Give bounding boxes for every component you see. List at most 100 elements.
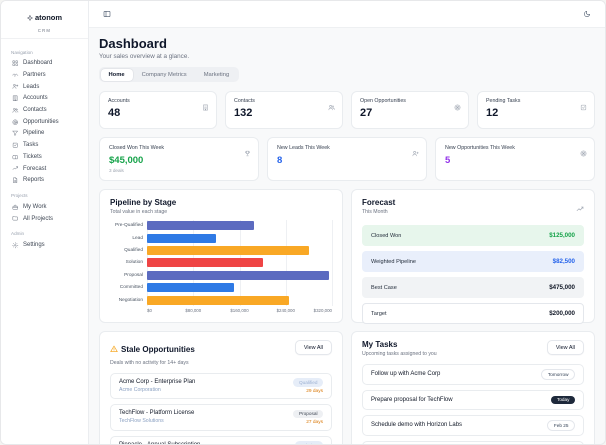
stat-card-accounts[interactable]: Accounts 48 <box>99 91 217 129</box>
sidebar-item-dashboard[interactable]: Dashboard <box>10 58 79 70</box>
stale-title: Stale Opportunities <box>121 344 195 354</box>
tasks-list: Follow up with Acme Corp Tomorrow Prepare … <box>362 363 584 444</box>
sidebar-item-label: Leads <box>23 83 40 90</box>
week-card-label: New Leads This Week <box>277 145 330 151</box>
sidebar-item-pipeline[interactable]: Pipeline <box>10 128 79 140</box>
sidebar-item-tickets[interactable]: Tickets <box>10 151 79 163</box>
task-item[interactable]: Review contract terms - PinnacleFeb 27 <box>362 441 584 444</box>
theme-toggle-button[interactable] <box>580 7 594 21</box>
stat-icon-slot <box>328 98 335 116</box>
trophy-icon <box>245 150 250 157</box>
stale-warning-slot <box>110 340 118 358</box>
week-card-sub: 3 deals <box>109 168 124 173</box>
week-card-new-opportunities-this-week[interactable]: New Opportunities This Week 5 <box>435 137 595 181</box>
stale-view-all-button[interactable]: View All <box>294 340 332 355</box>
user-plus-icon <box>412 151 419 157</box>
sidebar-item-label: My Work <box>23 203 47 210</box>
week-card-label: Closed Won This Week <box>109 145 165 151</box>
chart-bar-negotiation <box>147 295 289 305</box>
stale-item[interactable]: Pinnacle - Annual SubscriptionPinnacle I… <box>110 435 332 444</box>
sidebar-nav: Navigation Dashboard Partners Leads Accounts… <box>1 39 88 256</box>
brand-logo-slot <box>27 8 33 26</box>
tasks-view-all-button[interactable]: View All <box>546 340 584 355</box>
week-card-closed-won-this-week[interactable]: Closed Won This Week $45,000 3 deals <box>99 137 259 181</box>
stat-value: 132 <box>234 107 253 119</box>
sidebar-toggle-button[interactable] <box>100 7 114 21</box>
brand-name: atonom <box>34 12 63 22</box>
building-icon <box>13 95 18 102</box>
chart-x-tick: $240,000 <box>276 308 295 314</box>
chart-x-axis: $0 $80,000 $160,000 $240,000 $320,000 <box>147 307 332 315</box>
sidebar-item-reports[interactable]: Reports <box>10 174 79 186</box>
chart-bar-lead <box>147 233 217 243</box>
stat-label: Accounts <box>108 98 130 104</box>
week-card-icon-slot <box>580 144 587 162</box>
stale-item[interactable]: TechFlow - Platform License TechFlow Solu… <box>110 404 332 431</box>
sidebar-section: Projects My Work All Projects <box>10 193 79 224</box>
stat-card-open-opportunities[interactable]: Open Opportunities 27 <box>351 91 469 129</box>
sidebar-item-opportunities[interactable]: Opportunities <box>10 116 79 128</box>
task-item[interactable]: Schedule demo with Horizon Labs Feb 25 <box>362 414 584 437</box>
grid-icon <box>12 60 18 67</box>
chart-plot-area <box>147 219 333 307</box>
sidebar-item-accounts[interactable]: Accounts <box>10 93 79 105</box>
week-card-icon-slot <box>244 144 251 162</box>
week-card-new-leads-this-week[interactable]: New Leads This Week 8 <box>267 137 427 181</box>
week-card-label: New Opportunities This Week <box>445 145 515 151</box>
chart-category-label: Solution <box>125 260 143 266</box>
forecast-icon-slot <box>576 200 584 218</box>
task-title: Follow up with Acme Corp <box>371 371 441 378</box>
stale-item[interactable]: Acme Corp - Enterprise Plan Acme Corporat… <box>110 372 332 400</box>
tab-company-metrics[interactable]: Company Metrics <box>134 69 195 81</box>
chart-bar-pre-qualified <box>147 221 254 231</box>
tasks-title: My Tasks <box>362 340 398 349</box>
sidebar-item-forecast[interactable]: Forecast <box>10 163 79 175</box>
stat-label: Pending Tasks <box>486 98 521 104</box>
forecast-row-target: Target $200,000 <box>362 303 584 324</box>
opportunity-name: Acme Corp - Enterprise Plan <box>119 378 196 385</box>
funnel-icon <box>12 131 18 136</box>
forecast-subtitle: This Month <box>362 208 388 215</box>
week-card-value: 8 <box>277 154 283 166</box>
target-icon <box>12 119 18 125</box>
sidebar-item-contacts[interactable]: Contacts <box>10 104 79 116</box>
chart-x-tick: $0 <box>147 308 152 314</box>
sidebar-item-partners[interactable]: Partners <box>10 69 79 81</box>
sidebar-item-settings[interactable]: Settings <box>10 239 79 251</box>
tab-marketing[interactable]: Marketing <box>196 69 237 81</box>
crm-app-window: atonom CRM Navigation Dashboard Partners Le… <box>0 0 606 445</box>
stale-list: Acme Corp - Enterprise Plan Acme Corporat… <box>110 372 332 444</box>
stale-days: 29 days <box>306 388 323 394</box>
spark-icon <box>27 15 33 21</box>
brand-logo[interactable]: atonom CRM <box>1 1 88 39</box>
panel-left-icon <box>103 11 111 17</box>
stale-subtitle: Deals with no activity for 14+ days <box>110 359 189 366</box>
sidebar-item-label: Accounts <box>23 95 48 102</box>
sidebar-item-label: Pipeline <box>23 130 45 137</box>
task-item[interactable]: Prepare proposal for TechFlow Today <box>362 390 584 410</box>
users-icon <box>328 105 335 111</box>
stats-row: Accounts 48 Contacts 132 Open Opportunities 2… <box>99 91 595 129</box>
forecast-row-label: Target <box>371 310 387 317</box>
sidebar-item-all-projects[interactable]: All Projects <box>10 213 79 225</box>
stat-card-contacts[interactable]: Contacts 132 <box>225 91 343 129</box>
sidebar-item-my-work[interactable]: My Work <box>10 201 79 213</box>
ticket-icon <box>12 154 18 159</box>
tab-home[interactable]: Home <box>100 68 133 81</box>
trending-up-icon <box>12 166 18 171</box>
stat-card-pending-tasks[interactable]: Pending Tasks 12 <box>477 91 595 129</box>
sidebar-section-label: Navigation <box>11 49 33 55</box>
sidebar-item-leads[interactable]: Leads <box>10 81 79 93</box>
sidebar-item-label: Tickets <box>23 153 42 160</box>
task-item[interactable]: Follow up with Acme Corp Tomorrow <box>362 363 584 386</box>
week-card-icon-slot <box>412 144 419 162</box>
user-plus-icon <box>12 84 19 90</box>
task-title: Schedule demo with Horizon Labs <box>371 422 463 429</box>
handshake-icon <box>12 73 19 77</box>
stat-value: 12 <box>486 107 499 119</box>
tasks-subtitle: Upcoming tasks assigned to you <box>362 350 437 357</box>
stat-label: Contacts <box>234 98 255 104</box>
sidebar-item-tasks[interactable]: Tasks <box>10 139 79 151</box>
page-title: Dashboard <box>99 36 167 51</box>
stage-badge: Solution <box>295 441 323 444</box>
